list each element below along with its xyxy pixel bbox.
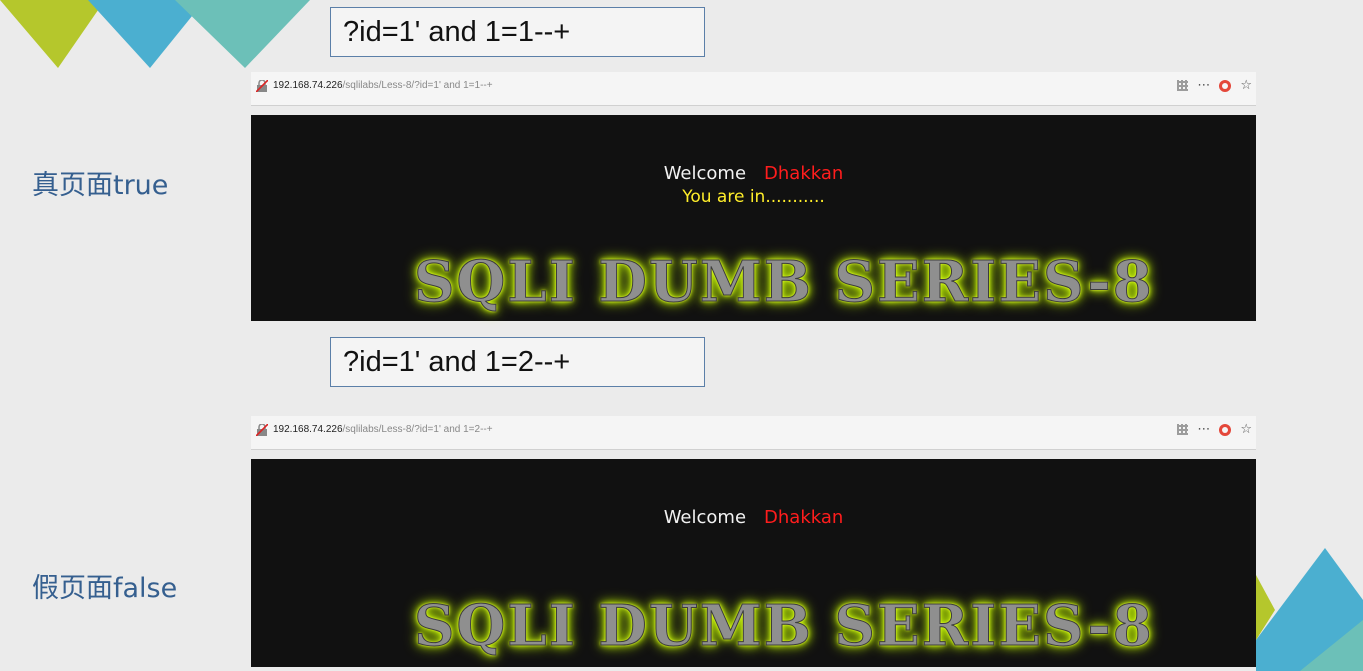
bottom-blue-shape — [1256, 548, 1363, 671]
true-url-text[interactable]: 192.168.74.226/sqlilabs/Less-8/?id=1' an… — [273, 80, 493, 91]
username-text: Dhakkan — [764, 507, 844, 528]
false-page-content: Welcome Dhakkan SQLI DUMB SERIES-8 — [251, 459, 1256, 667]
true-page-content: Welcome Dhakkan You are in........... SQL… — [251, 115, 1256, 321]
browser-toolbar-icons: ⋯ ☆ — [1177, 78, 1252, 93]
top-teal-triangle — [175, 0, 310, 68]
welcome-text: Welcome — [663, 163, 747, 184]
top-green-triangle — [0, 0, 105, 68]
bookmark-star-icon[interactable]: ☆ — [1240, 422, 1252, 437]
false-page-label: 假页面false — [32, 573, 178, 604]
url-host: 192.168.74.226 — [273, 80, 343, 91]
more-icon[interactable]: ⋯ — [1197, 422, 1210, 437]
success-message: You are in........... — [682, 187, 825, 207]
username-text: Dhakkan — [764, 163, 844, 184]
bookmark-star-icon[interactable]: ☆ — [1240, 78, 1252, 93]
browser-toolbar-icons: ⋯ ☆ — [1177, 422, 1252, 437]
bottom-teal-triangle — [1300, 620, 1363, 671]
true-query-box: ?id=1' and 1=1--+ — [330, 7, 705, 57]
sqli-banner: SQLI DUMB SERIES-8 — [414, 593, 1154, 660]
url-path: /sqlilabs/Less-8/?id=1' and 1=1--+ — [342, 80, 493, 91]
insecure-lock-icon — [256, 80, 268, 92]
false-query-box: ?id=1' and 1=2--+ — [330, 337, 705, 387]
sqli-banner: SQLI DUMB SERIES-8 — [414, 249, 1154, 316]
qr-code-icon[interactable] — [1177, 80, 1189, 91]
qr-code-icon[interactable] — [1177, 424, 1189, 435]
false-browser-address-bar[interactable]: 192.168.74.226/sqlilabs/Less-8/?id=1' an… — [251, 416, 1256, 450]
false-url-text[interactable]: 192.168.74.226/sqlilabs/Less-8/?id=1' an… — [273, 424, 493, 435]
welcome-line: Welcome Dhakkan — [251, 163, 1256, 184]
true-page-label: 真页面true — [32, 170, 169, 201]
url-path: /sqlilabs/Less-8/?id=1' and 1=2--+ — [342, 424, 493, 435]
top-blue-triangle — [88, 0, 205, 68]
true-browser-address-bar[interactable]: 192.168.74.226/sqlilabs/Less-8/?id=1' an… — [251, 72, 1256, 106]
welcome-line: Welcome Dhakkan — [251, 507, 1256, 528]
pocket-icon[interactable] — [1219, 423, 1232, 436]
insecure-lock-icon — [256, 424, 268, 436]
more-icon[interactable]: ⋯ — [1197, 78, 1210, 93]
pocket-icon[interactable] — [1219, 79, 1232, 92]
url-host: 192.168.74.226 — [273, 424, 343, 435]
bottom-green-triangle — [1256, 575, 1275, 640]
welcome-text: Welcome — [663, 507, 747, 528]
